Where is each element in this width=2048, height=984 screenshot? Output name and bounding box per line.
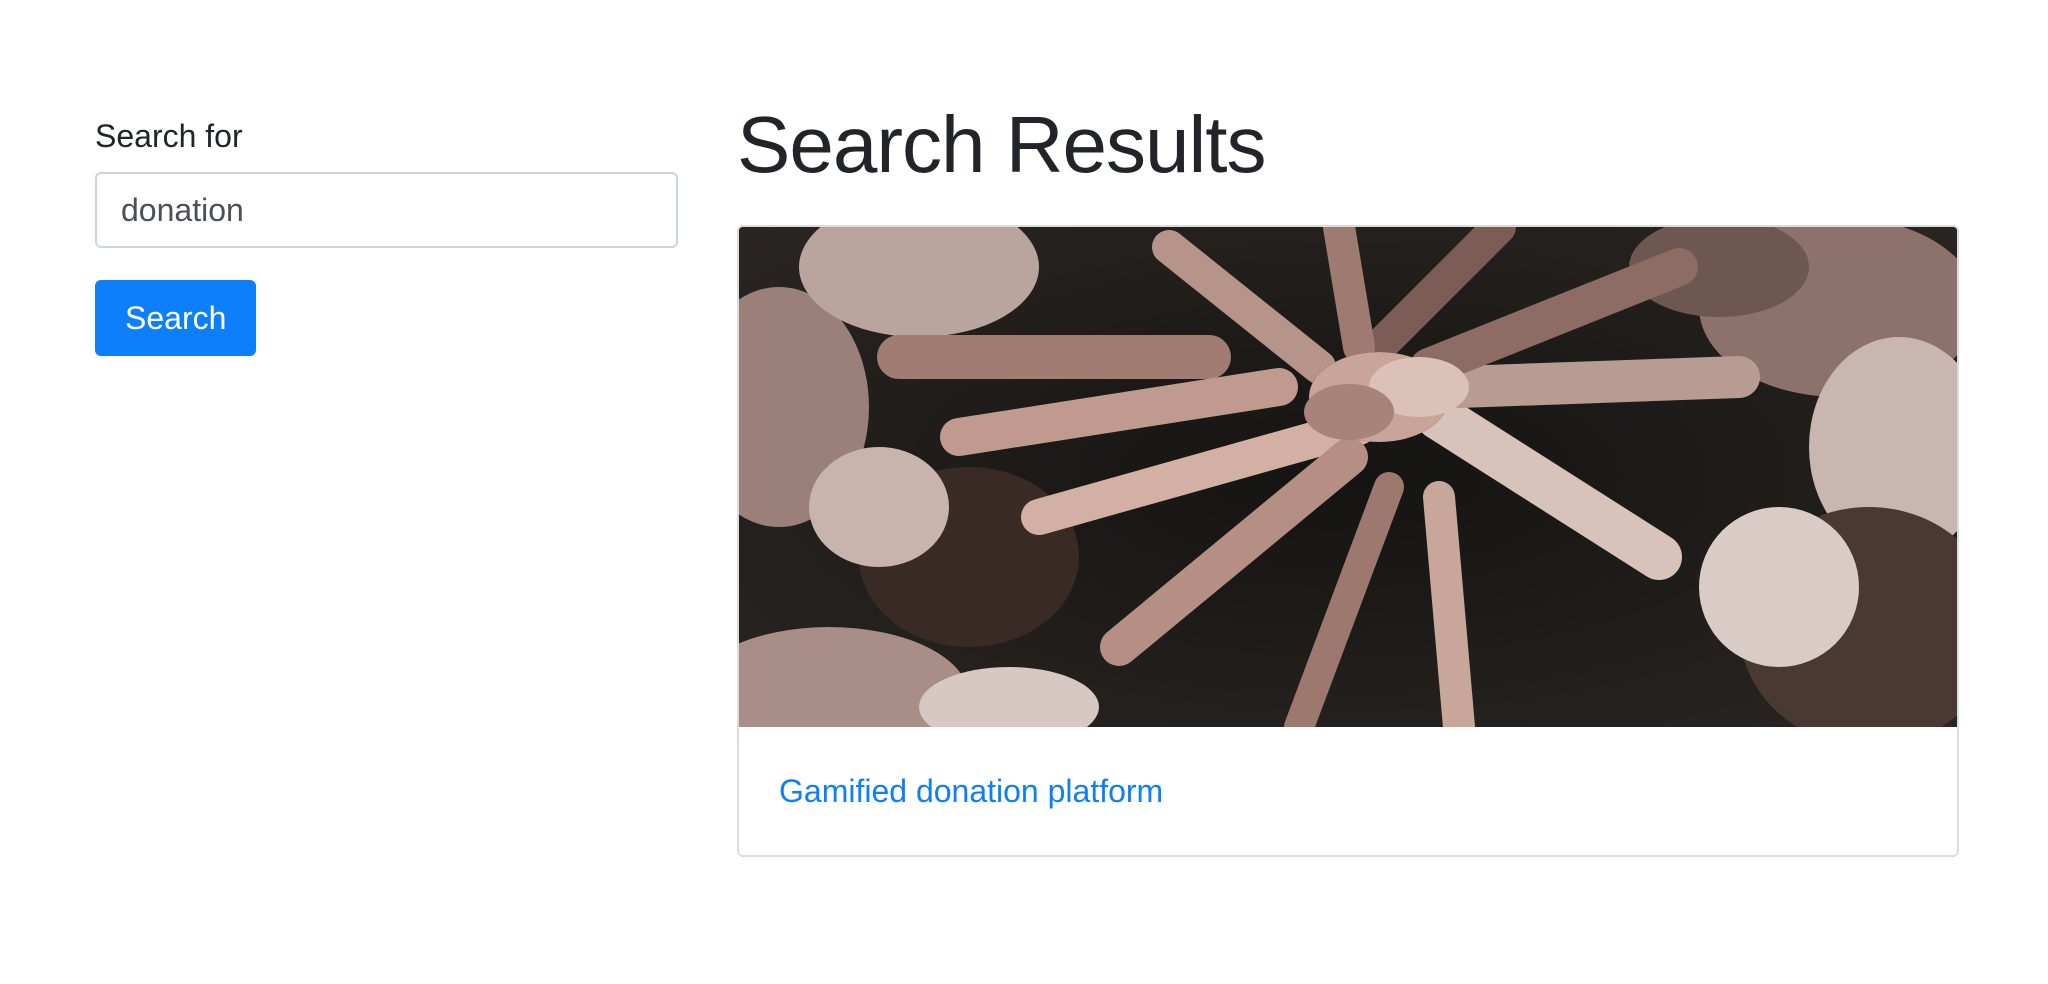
result-card: Gamified donation platform — [737, 225, 1959, 857]
search-sidebar: Search for Search — [95, 112, 678, 356]
search-results-section: Search Results Gamified donation platfor… — [737, 95, 1959, 857]
result-title-link[interactable]: Gamified donation platform — [779, 773, 1163, 810]
page-title: Search Results — [737, 100, 1266, 189]
search-label: Search for — [95, 118, 243, 154]
result-card-body: Gamified donation platform — [739, 727, 1957, 855]
search-input[interactable] — [95, 172, 678, 248]
search-button[interactable]: Search — [95, 280, 257, 356]
result-image — [739, 227, 1957, 727]
